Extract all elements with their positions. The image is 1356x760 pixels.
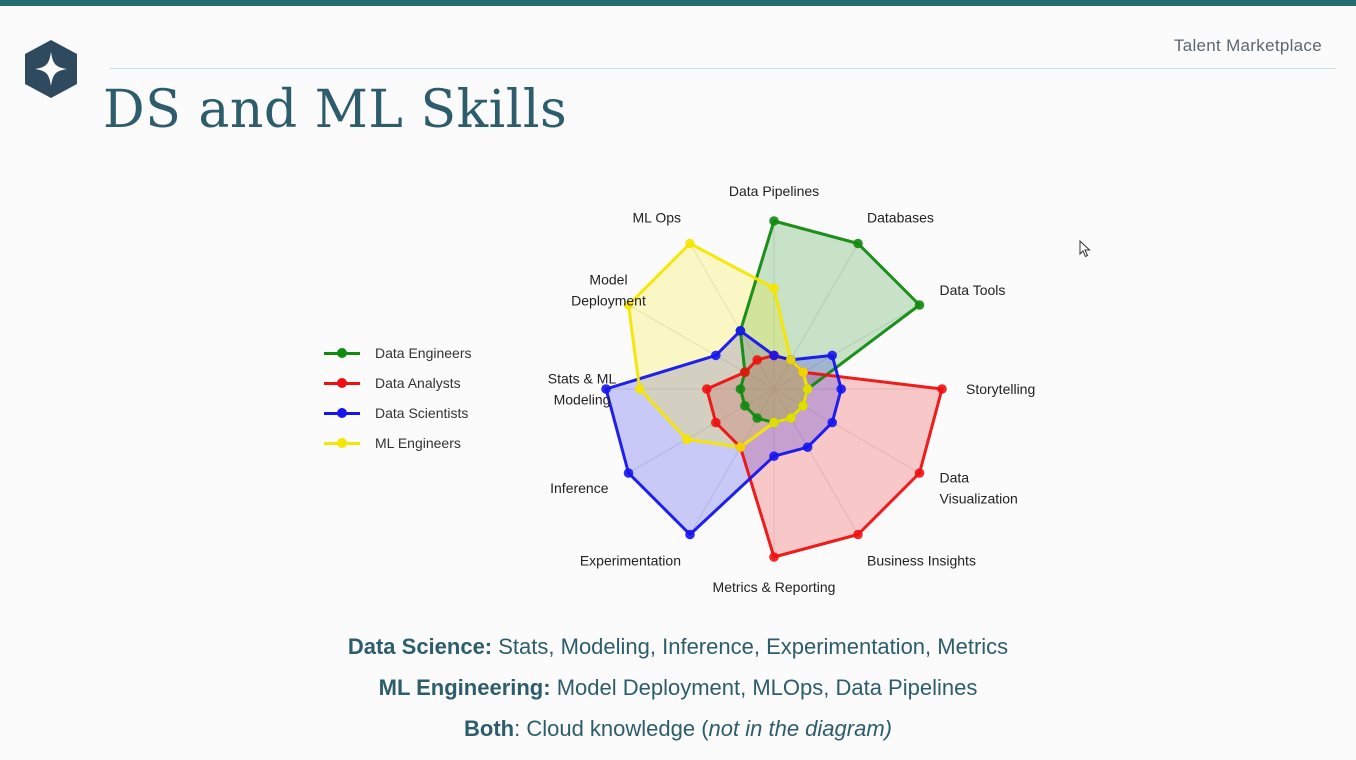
series-point [769,216,779,226]
axis-label: Storytelling [966,381,1035,397]
axis-label: ML Ops [633,210,682,226]
legend-swatch [324,408,360,418]
note-both: Both: Cloud knowledge (not in the diagra… [464,716,892,741]
series-point [685,529,695,540]
axis-label: Inference [550,480,609,496]
axis-label: Deployment [571,293,646,309]
axis-label: Model [589,272,627,288]
series-point [786,413,796,423]
series-point [752,355,762,365]
series-point [827,350,837,361]
series-point [827,417,837,428]
series-point [769,552,779,562]
series-point [836,384,846,394]
series-point [681,434,692,445]
series-point [752,413,762,423]
axis-label: Modeling [554,392,611,408]
series-point [914,300,925,310]
axis-label: Business Insights [867,553,976,569]
series-point [702,384,712,394]
series-point [802,442,813,453]
series-point [769,350,779,361]
series-point [914,468,925,478]
series-point [740,367,750,378]
series-point [735,442,746,453]
legend-label: Data Engineers [375,345,472,361]
series-point [634,384,645,394]
series-point [735,326,746,336]
legend-swatch [324,348,360,358]
series-point [685,238,695,249]
note-ml-engineering: ML Engineering: Model Deployment, MLOps,… [378,675,978,700]
series-point [769,451,779,462]
legend-item: ML Engineers [324,428,472,458]
series-point [786,355,796,365]
series-point [711,417,721,428]
series-point [735,384,746,394]
axis-label: Data [940,470,970,486]
axis-label: Visualization [940,491,1018,507]
legend-item: Data Analysts [324,368,472,398]
mouse-cursor-icon [1079,240,1091,258]
axis-label: Data Tools [940,282,1006,298]
chart-legend: Data Engineers Data Analysts Data Scientis… [324,338,472,458]
series-point [769,283,779,294]
series-point [802,384,813,394]
series-point [711,350,721,361]
legend-label: ML Engineers [375,435,461,451]
radar-fills [606,221,942,557]
series-point [798,367,808,378]
legend-item: Data Engineers [324,338,472,368]
axis-label: Metrics & Reporting [713,579,836,595]
note-data-science: Data Science: Stats, Modeling, Inference… [347,634,1009,659]
series-point [769,417,779,428]
series-point [853,238,863,249]
radar-chart: Data Pipelines Databases Data Tools Storyte… [548,183,1036,595]
series-point [623,468,634,478]
axis-label: Data Pipelines [729,183,819,199]
legend-label: Data Analysts [375,375,461,391]
series-point [740,401,750,411]
axis-label: Databases [867,210,934,226]
legend-label: Data Scientists [375,405,469,421]
summary-notes: Data Science: Stats, Modeling, Inference… [0,630,1356,753]
axis-label: Experimentation [580,553,681,569]
legend-swatch [324,438,360,448]
series-point [798,401,808,411]
legend-item: Data Scientists [324,398,472,428]
legend-swatch [324,378,360,388]
series-point [937,384,947,394]
axis-label: Stats & ML [548,371,617,387]
series-point [853,529,863,540]
